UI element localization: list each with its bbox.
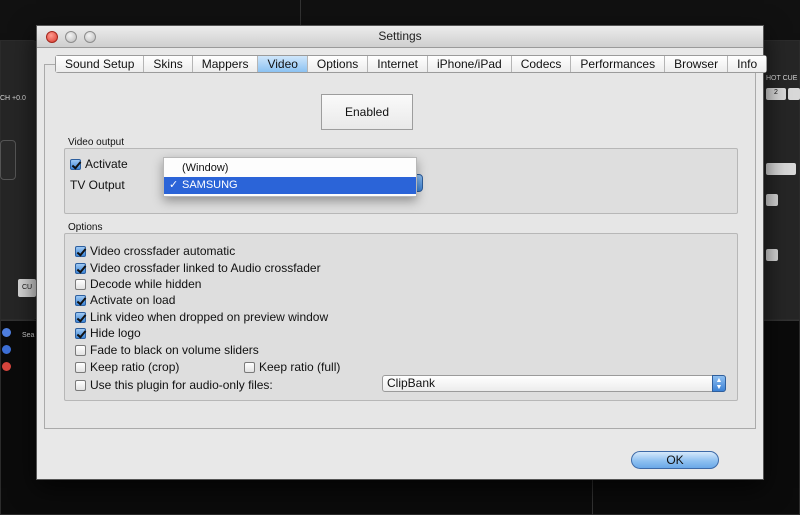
activate-checkbox[interactable]: Activate — [70, 157, 128, 171]
tab-mappers[interactable]: Mappers — [192, 56, 259, 72]
option-label: Keep ratio (full) — [259, 360, 341, 374]
decode-while-hidden-checkbox[interactable]: Decode while hidden — [75, 277, 201, 291]
add-icon[interactable] — [2, 345, 11, 354]
left-deck-panel — [0, 40, 40, 320]
close-icon[interactable] — [46, 31, 58, 43]
video-crossfader-automatic-checkbox[interactable]: Video crossfader automatic — [75, 244, 235, 258]
playlist-icon[interactable] — [2, 328, 11, 337]
updown-arrows-icon: ▲ ▼ — [712, 375, 726, 392]
plugin-select[interactable]: ClipBank ▲ ▼ — [382, 375, 726, 392]
hot-cue-button-next[interactable] — [788, 88, 800, 100]
tv-output-option-samsung[interactable]: ✓ SAMSUNG — [164, 177, 416, 194]
activate-label: Activate — [85, 157, 128, 171]
right-play-icon-2[interactable] — [766, 249, 778, 261]
remove-icon[interactable] — [2, 362, 11, 371]
tab-options[interactable]: Options — [307, 56, 369, 72]
hot-cue-label: HOT CUE — [766, 75, 798, 82]
option-label: Activate on load — [90, 293, 176, 307]
minimize-icon[interactable] — [65, 31, 77, 43]
right-select[interactable] — [766, 163, 796, 175]
checkbox-checked-icon — [75, 262, 86, 274]
right-deck-panel — [760, 40, 800, 320]
hide-logo-checkbox[interactable]: Hide logo — [75, 326, 141, 340]
tab-codecs[interactable]: Codecs — [511, 56, 572, 72]
window-title: Settings — [378, 29, 422, 43]
option-label: Video crossfader automatic — [90, 244, 236, 258]
title-bar[interactable]: Settings — [37, 26, 763, 48]
option-label: Use this plugin for audio-only files: — [90, 378, 273, 392]
tab-strip: Sound Setup Skins Mappers Video Options … — [55, 55, 768, 73]
keep-ratio-crop-checkbox[interactable]: Keep ratio (crop) — [75, 360, 179, 374]
tab-performances[interactable]: Performances — [571, 56, 666, 72]
option-label: Hide logo — [90, 326, 141, 340]
tab-info[interactable]: Info — [728, 56, 767, 72]
keep-ratio-full-checkbox[interactable]: Keep ratio (full) — [244, 360, 340, 374]
video-crossfader-linked-checkbox[interactable]: Video crossfader linked to Audio crossfa… — [75, 261, 321, 275]
zoom-icon[interactable] — [84, 31, 96, 43]
ok-button[interactable]: OK — [631, 451, 719, 469]
fade-to-black-checkbox[interactable]: Fade to black on volume sliders — [75, 343, 259, 357]
search-label: Sea — [22, 332, 35, 339]
checkbox-unchecked-icon — [75, 379, 86, 391]
checkmark-icon: ✓ — [169, 179, 179, 191]
option-label: Link video when dropped on preview windo… — [90, 310, 329, 324]
browser-divider — [592, 480, 593, 515]
tab-browser[interactable]: Browser — [665, 56, 729, 72]
tab-video[interactable]: Video — [258, 56, 308, 72]
pitch-readout: CH +0.0 — [0, 95, 26, 102]
tv-output-option-window[interactable]: (Window) — [164, 160, 416, 177]
enabled-button[interactable]: Enabled — [321, 94, 413, 130]
checkbox-unchecked-icon — [75, 361, 86, 373]
cue-button[interactable]: CU — [18, 279, 36, 297]
link-video-checkbox[interactable]: Link video when dropped on preview windo… — [75, 310, 328, 324]
option-label: Video crossfader linked to Audio crossfa… — [90, 261, 321, 275]
activate-on-load-checkbox[interactable]: Activate on load — [75, 293, 175, 307]
checkbox-unchecked-icon — [244, 361, 255, 373]
checkbox-checked-icon — [75, 245, 86, 257]
checkbox-unchecked-icon — [75, 278, 86, 290]
option-label: Keep ratio (crop) — [90, 360, 180, 374]
tab-skins[interactable]: Skins — [144, 56, 193, 72]
video-output-label: Video output — [68, 137, 124, 148]
tv-output-label: TV Output — [70, 178, 125, 192]
checkbox-checked-icon — [75, 311, 86, 323]
settings-dialog: Settings Sound Setup Skins Mappers Video… — [36, 25, 768, 480]
tab-internet[interactable]: Internet — [368, 56, 428, 72]
tab-sound-setup[interactable]: Sound Setup — [56, 56, 145, 72]
plugin-select-value: ClipBank — [387, 376, 436, 390]
checkbox-checked-icon — [75, 327, 86, 339]
tv-output-popup-menu: (Window) ✓ SAMSUNG — [163, 157, 417, 197]
checkbox-unchecked-icon — [75, 344, 86, 356]
options-group-label: Options — [68, 222, 103, 233]
right-play-icon[interactable] — [766, 194, 778, 206]
checkbox-checked-icon — [75, 294, 86, 306]
hot-cue-button[interactable]: 2 — [766, 88, 786, 100]
deck-divider — [300, 0, 301, 25]
option-label: Fade to black on volume sliders — [90, 343, 259, 357]
option-label: Decode while hidden — [90, 277, 202, 291]
left-jog-wheel[interactable] — [0, 140, 16, 180]
checkbox-checked-icon — [70, 158, 81, 170]
audio-only-plugin-checkbox[interactable]: Use this plugin for audio-only files: — [75, 378, 273, 392]
tab-iphone-ipad[interactable]: iPhone/iPad — [427, 56, 512, 72]
